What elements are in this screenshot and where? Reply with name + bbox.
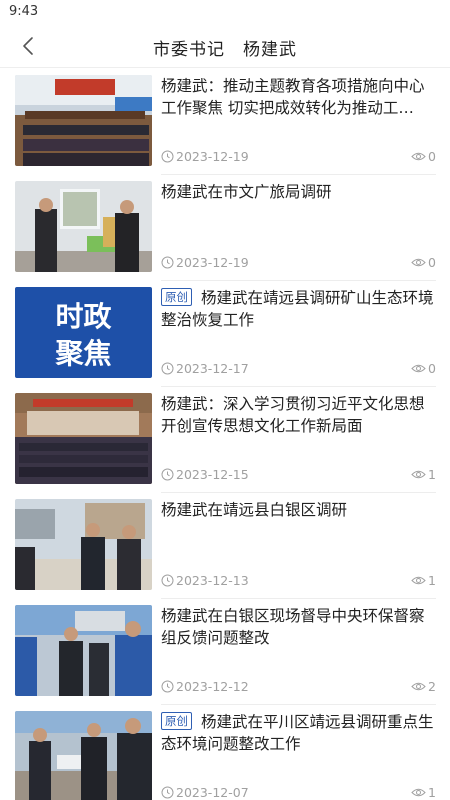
thumb-text-line-2: 聚焦 (54, 337, 111, 370)
outdoor-site-visit-photo (15, 499, 152, 590)
article-title[interactable]: 杨建武在市文广旅局调研 (161, 181, 436, 203)
thumb-text-line-1: 时政 (55, 300, 111, 333)
factory-inspection-photo (15, 605, 152, 696)
article-views: 0 (411, 255, 436, 270)
field-inspection-photo (15, 711, 152, 800)
article-meta: 2023-12-07 1 (161, 785, 436, 800)
meeting-hall-photo (15, 75, 152, 166)
article-title[interactable]: 杨建武：推动主题教育各项措施向中心工作聚焦 切实把成效转化为推动工… (161, 75, 436, 119)
clock-icon (161, 150, 174, 163)
clock-icon (161, 256, 174, 269)
eye-icon (411, 788, 426, 797)
eye-icon (411, 682, 426, 691)
original-badge: 原创 (161, 288, 192, 306)
article-item[interactable]: 原创 杨建武在平川区靖远县调研重点生态环境问题整改工作 2023-12-07 1 (0, 705, 450, 800)
nav-bar: 市委书记 杨建武 (0, 24, 450, 68)
article-meta: 2023-12-19 0 (161, 255, 436, 271)
article-title[interactable]: 杨建武在靖远县白银区调研 (161, 499, 436, 521)
political-focus-graphic: 时政 聚焦 (15, 287, 152, 378)
status-bar: 9:43 (0, 0, 450, 24)
article-meta: 2023-12-15 1 (161, 467, 436, 483)
article-title[interactable]: 原创 杨建武在靖远县调研矿山生态环境整治恢复工作 (161, 287, 436, 331)
article-date: 2023-12-17 (161, 361, 249, 376)
article-views: 0 (411, 149, 436, 164)
article-date: 2023-12-13 (161, 573, 249, 588)
clock-icon (161, 468, 174, 481)
article-views: 0 (411, 361, 436, 376)
article-thumbnail (15, 393, 152, 484)
article-item[interactable]: 杨建武：推动主题教育各项措施向中心工作聚焦 切实把成效转化为推动工… 2023-… (0, 69, 450, 175)
article-meta: 2023-12-12 2 (161, 679, 436, 695)
article-views: 1 (411, 467, 436, 482)
article-thumbnail (15, 711, 152, 800)
clock-icon (161, 362, 174, 375)
status-time: 9:43 (9, 4, 39, 19)
article-thumbnail (15, 605, 152, 696)
article-meta: 2023-12-13 1 (161, 573, 436, 589)
eye-icon (411, 576, 426, 585)
article-title[interactable]: 原创 杨建武在平川区靖远县调研重点生态环境问题整改工作 (161, 711, 436, 755)
article-meta: 2023-12-19 0 (161, 149, 436, 165)
page-title: 市委书记 杨建武 (153, 40, 297, 60)
article-thumbnail (15, 499, 152, 590)
eye-icon (411, 470, 426, 479)
article-date: 2023-12-12 (161, 679, 249, 694)
article-views: 1 (411, 573, 436, 588)
article-thumbnail (15, 75, 152, 166)
article-thumbnail: 时政 聚焦 (15, 287, 152, 378)
article-item[interactable]: 杨建武在靖远县白银区调研 2023-12-13 1 (0, 493, 450, 599)
article-date: 2023-12-19 (161, 149, 249, 164)
article-thumbnail (15, 181, 152, 272)
article-title[interactable]: 杨建武在白银区现场督导中央环保督察组反馈问题整改 (161, 605, 436, 649)
eye-icon (411, 364, 426, 373)
article-date: 2023-12-07 (161, 785, 249, 800)
article-views: 1 (411, 785, 436, 800)
original-badge: 原创 (161, 712, 192, 730)
eye-icon (411, 258, 426, 267)
clock-icon (161, 786, 174, 799)
article-views: 2 (411, 679, 436, 694)
article-date: 2023-12-15 (161, 467, 249, 482)
article-item[interactable]: 杨建武在市文广旅局调研 2023-12-19 0 (0, 175, 450, 281)
clock-icon (161, 680, 174, 693)
office-visit-photo (15, 181, 152, 272)
eye-icon (411, 152, 426, 161)
article-meta: 2023-12-17 0 (161, 361, 436, 377)
article-item[interactable]: 杨建武在白银区现场督导中央环保督察组反馈问题整改 2023-12-12 2 (0, 599, 450, 705)
clock-icon (161, 574, 174, 587)
article-title[interactable]: 杨建武：深入学习贯彻习近平文化思想 开创宣传思想文化工作新局面 (161, 393, 436, 437)
auditorium-meeting-photo (15, 393, 152, 484)
article-item[interactable]: 杨建武：深入学习贯彻习近平文化思想 开创宣传思想文化工作新局面 2023-12-… (0, 387, 450, 493)
article-date: 2023-12-19 (161, 255, 249, 270)
article-item[interactable]: 时政 聚焦 原创 杨建武在靖远县调研矿山生态环境整治恢复工作 2023-12-17… (0, 281, 450, 387)
